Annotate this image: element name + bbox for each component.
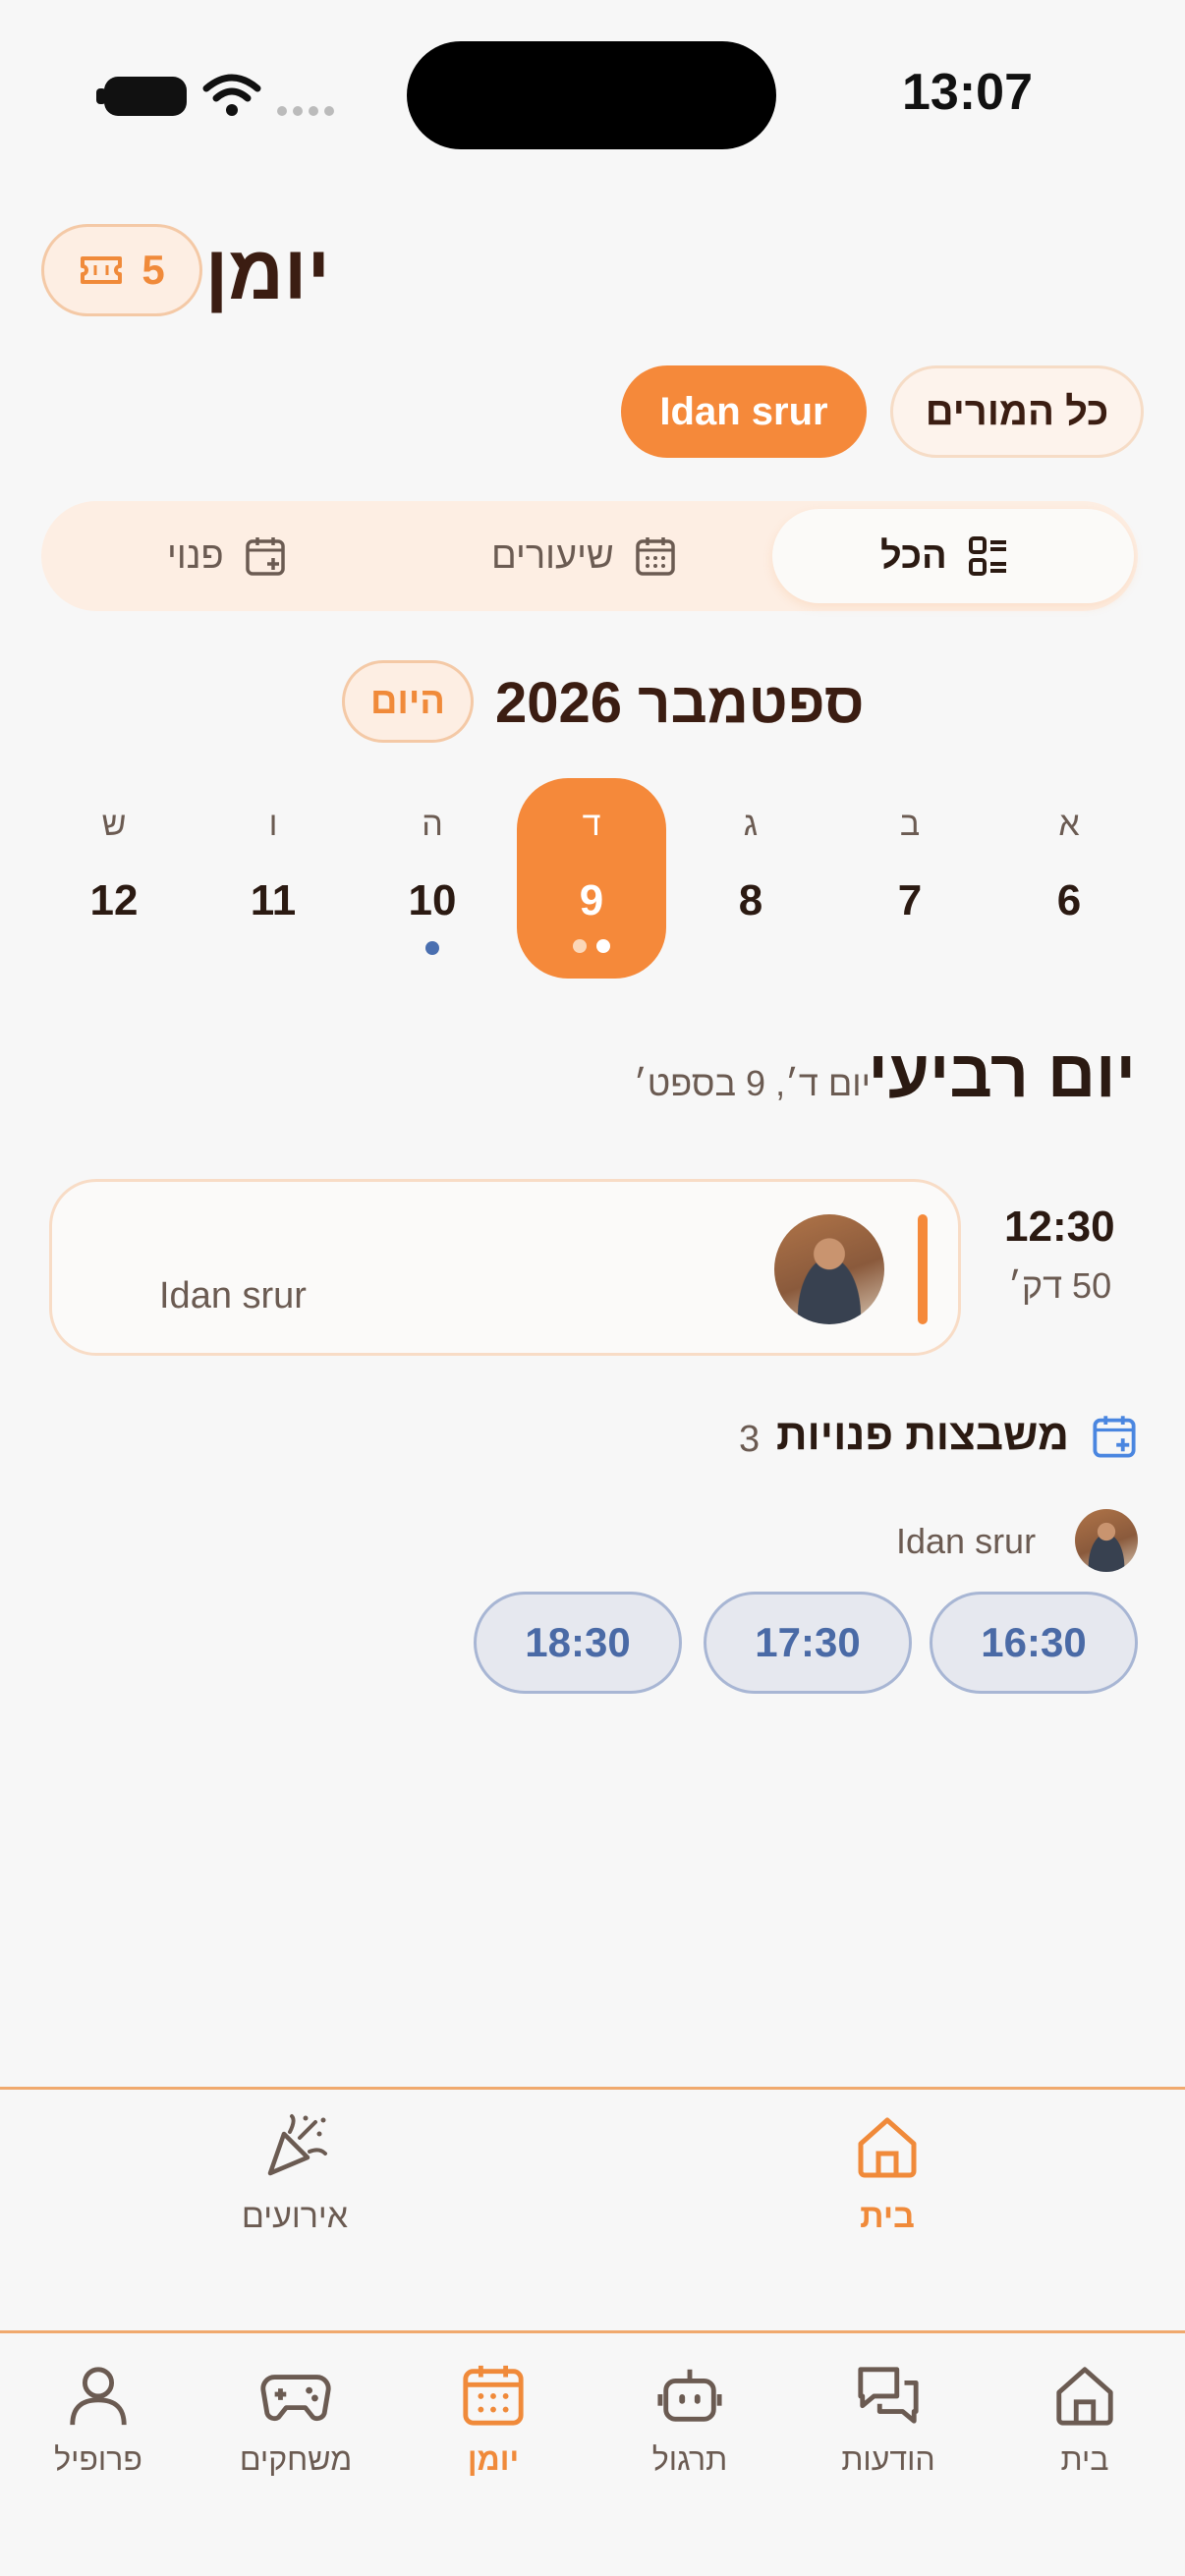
signal-icon xyxy=(277,106,334,116)
lesson-time: 12:30 xyxy=(1004,1203,1115,1251)
tab-all[interactable]: הכל xyxy=(880,521,1010,591)
day-letter: ה xyxy=(422,806,443,843)
day-cell[interactable]: ב 7 xyxy=(851,806,969,925)
filter-teacher-selected[interactable]: Idan srur xyxy=(621,365,867,458)
party-popper-icon xyxy=(267,2114,327,2176)
chat-bubbles-icon xyxy=(858,2367,919,2424)
page-title: יומן xyxy=(204,229,330,315)
nav-diary-label: יומן xyxy=(467,2441,520,2477)
gamepad-icon xyxy=(260,2375,331,2422)
day-number: 7 xyxy=(897,876,923,924)
nav-home-label: בית xyxy=(1060,2441,1109,2477)
tab-lessons[interactable]: שיעורים xyxy=(491,521,677,591)
tab-free[interactable]: פנוי xyxy=(167,521,287,591)
day-letter: ד xyxy=(582,806,601,843)
avatar xyxy=(774,1214,884,1324)
divider xyxy=(0,2330,1185,2333)
day-number: 8 xyxy=(738,876,763,924)
calendar-plus-icon xyxy=(1093,1416,1136,1458)
month-label: ספטמבר 2026 xyxy=(495,671,865,735)
tab-free-label: פנוי xyxy=(167,534,224,577)
slots-teacher-name: Idan srur xyxy=(896,1521,1037,1561)
day-cell[interactable]: ג 8 xyxy=(692,806,810,925)
nav-diary[interactable]: יומן xyxy=(420,2362,567,2478)
nav-messages[interactable]: הודעות xyxy=(815,2362,962,2478)
nav-home[interactable]: בית xyxy=(1011,2362,1158,2478)
nav-games[interactable]: משחקים xyxy=(222,2362,369,2478)
day-subtitle: יום ד׳, 9 בספט׳ xyxy=(633,1063,871,1103)
filter-all-teachers[interactable]: כל המורים xyxy=(890,365,1144,458)
day-number: 6 xyxy=(1056,876,1082,924)
today-button[interactable]: היום xyxy=(342,660,474,743)
nav2-events[interactable]: אירועים xyxy=(197,2112,393,2236)
dynamic-island xyxy=(407,41,776,149)
lesson-teacher: Idan srur xyxy=(159,1275,307,1316)
lesson-accent-bar xyxy=(918,1214,928,1324)
event-dots xyxy=(533,939,650,953)
slot-button[interactable]: 18:30 xyxy=(474,1592,682,1694)
day-letter: ו xyxy=(268,806,278,843)
day-cell[interactable]: ו 11 xyxy=(214,806,332,925)
nav-practice-label: תרגול xyxy=(651,2441,728,2477)
calendar-icon xyxy=(636,537,675,576)
nav2-events-label: אירועים xyxy=(241,2198,349,2235)
lesson-duration: 50 דק׳ xyxy=(1008,1265,1112,1306)
credits-count: 5 xyxy=(141,247,165,293)
day-cell[interactable]: ה 10 xyxy=(373,806,491,955)
day-cell[interactable]: א 6 xyxy=(1010,806,1128,925)
day-cell[interactable]: ש 12 xyxy=(55,806,173,925)
calendar-plus-icon xyxy=(245,537,285,576)
tab-all-label: הכל xyxy=(880,534,947,577)
slot-button[interactable]: 17:30 xyxy=(704,1592,912,1694)
avatar xyxy=(1075,1509,1138,1572)
robot-icon xyxy=(657,2369,722,2422)
ticket-icon xyxy=(81,256,123,284)
nav2-home-label: בית xyxy=(860,2198,915,2235)
day-letter: א xyxy=(1058,806,1080,843)
day-letter: ב xyxy=(899,806,921,843)
tab-lessons-label: שיעורים xyxy=(491,534,614,577)
home-icon xyxy=(1056,2367,1113,2426)
list-grid-icon xyxy=(968,536,1006,576)
nav-profile-label: פרופיל xyxy=(54,2441,142,2477)
nav-profile[interactable]: פרופיל xyxy=(25,2362,172,2478)
day-letter: ש xyxy=(101,806,127,843)
battery-icon xyxy=(104,77,187,116)
day-letter: ג xyxy=(743,806,759,843)
day-number: 11 xyxy=(250,876,297,924)
nav-practice[interactable]: תרגול xyxy=(616,2362,763,2478)
user-icon xyxy=(70,2367,127,2426)
nav2-home[interactable]: בית xyxy=(789,2112,986,2236)
divider xyxy=(0,2087,1185,2090)
day-number: 9 xyxy=(579,876,604,924)
day-number: 10 xyxy=(408,876,457,924)
day-cell-selected[interactable]: ד 9 xyxy=(533,806,650,953)
event-dot xyxy=(425,941,439,955)
home-icon xyxy=(858,2117,917,2178)
credits-badge[interactable]: 5 xyxy=(41,224,202,316)
status-time: 13:07 xyxy=(902,64,1033,121)
wifi-icon xyxy=(202,74,261,116)
slot-button[interactable]: 16:30 xyxy=(930,1592,1138,1694)
free-slots-count: 3 xyxy=(739,1419,761,1460)
day-heading: יום רביעי xyxy=(868,1036,1136,1111)
day-number: 12 xyxy=(89,876,139,924)
calendar-icon xyxy=(463,2365,524,2426)
free-slots-title: משבצות פנויות xyxy=(775,1411,1069,1459)
nav-games-label: משחקים xyxy=(239,2441,353,2477)
nav-messages-label: הודעות xyxy=(841,2441,935,2477)
